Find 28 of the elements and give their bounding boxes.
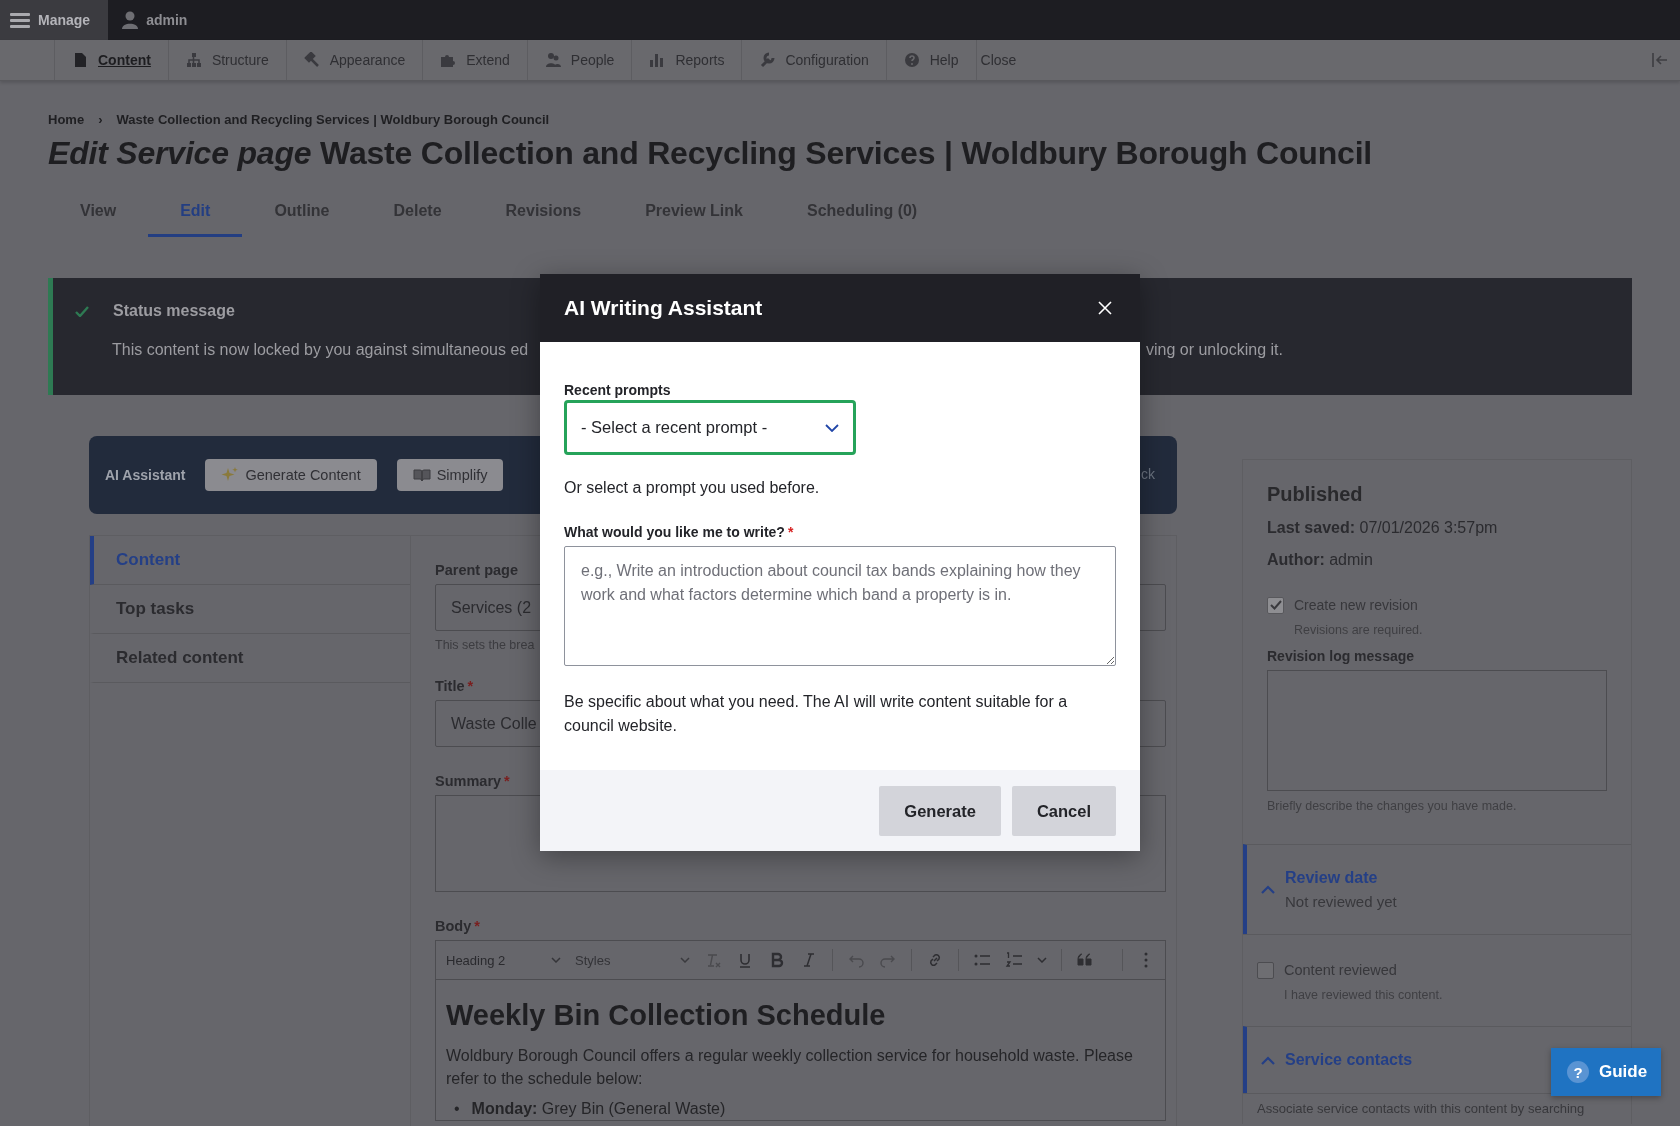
author-text: Author: admin [1267,550,1374,570]
status-text: This content is now locked by you against simultaneous ed [112,341,529,358]
breadcrumb-separator: › [98,112,103,127]
required-marker: * [467,678,474,695]
publish-status: Published [1267,482,1364,506]
content-paragraph: Woldbury Borough Council offers a regular weekly collection service for household waste. Please refer to the schedule below: [446,1046,1134,1089]
required-marker: * [787,524,794,540]
list-bullet: • [454,1099,460,1119]
status-title: Status message [113,302,235,320]
required-marker: * [504,773,510,790]
list-item: Monday: Grey Bin (General Waste) [471,1099,726,1119]
field-label: Parent page [435,562,518,579]
last-saved-text: Last saved: 07/01/2026 3:57pm [1267,518,1499,538]
field-label: Revision log message [1267,647,1416,665]
field-help: Be specific about what you need. The AI will write content suitable for a council website. [564,692,1069,736]
field-label: Summary [435,773,502,790]
page-title: Edit Service page Waste Collection and Recycling Services | Woldbury Borough Council [48,135,1373,172]
ai-assistant-label: AI Assistant [105,467,186,483]
field-label: Recent prompts [564,382,671,398]
field-help: Or select a prompt you used before. [564,478,821,498]
field-label: Title [435,678,465,695]
dialog-title: AI Writing Assistant [564,296,763,320]
required-marker: * [474,918,480,935]
status-text: ving or unlocking it. [1146,341,1283,359]
field-label: What would you like me to write? [564,524,785,540]
field-label: Body [435,918,472,935]
ai-bar-text: ck [1141,466,1155,482]
content-heading: Weekly Bin Collection Schedule [446,998,887,1032]
